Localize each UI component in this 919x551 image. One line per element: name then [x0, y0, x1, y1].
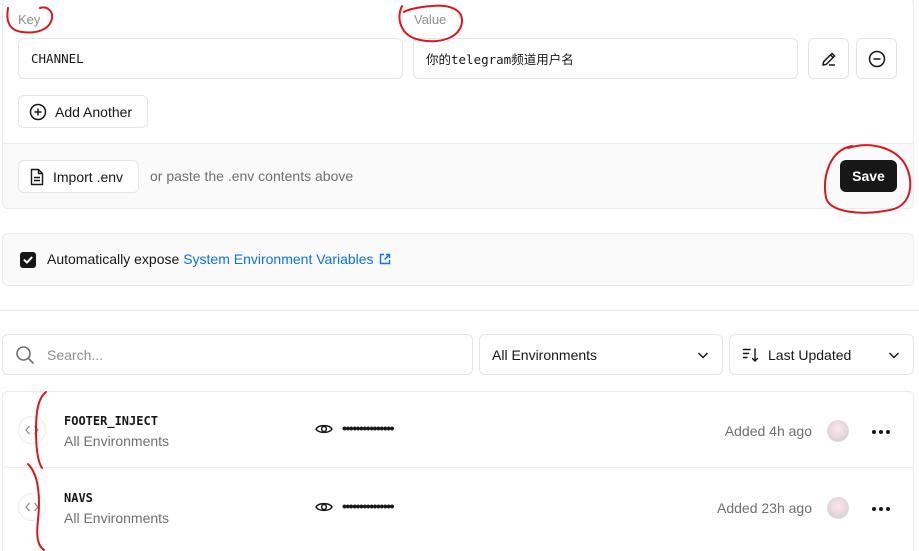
import-env-button[interactable]: Import .env — [18, 160, 139, 193]
save-button[interactable]: Save — [840, 160, 897, 192]
sort-select[interactable]: Last Updated — [729, 334, 914, 375]
code-badge — [18, 493, 46, 521]
env-var-name: FOOTER_INJECT — [64, 414, 158, 428]
value-input-value: 你的telegram频道用户名 — [426, 52, 574, 67]
environment-select-value: All Environments — [492, 346, 598, 363]
added-time: Added 23h ago — [717, 500, 812, 516]
masked-value: ••••••••••••••• — [342, 420, 395, 436]
sort-select-content: Last Updated — [742, 347, 851, 363]
code-badge — [18, 416, 46, 444]
edit-button[interactable] — [808, 38, 849, 79]
reveal-value-button[interactable] — [315, 500, 333, 519]
system-env-vars-link[interactable]: System Environment Variables — [183, 251, 391, 267]
value-label: Value — [414, 12, 447, 27]
search-input[interactable] — [47, 346, 447, 363]
more-icon — [872, 507, 876, 511]
code-icon — [25, 425, 39, 435]
external-link-icon — [380, 253, 391, 265]
add-another-label: Add Another — [55, 103, 133, 120]
masked-value: ••••••••••••••• — [342, 498, 395, 514]
env-var-environments: All Environments — [64, 433, 170, 449]
paste-hint: or paste the .env contents above — [150, 168, 354, 184]
key-input-value: CHANNEL — [31, 51, 84, 66]
row-menu-button[interactable] — [868, 424, 894, 440]
file-icon — [30, 168, 44, 185]
reveal-value-button[interactable] — [315, 422, 333, 441]
avatar — [827, 497, 849, 519]
key-label: Key — [18, 12, 41, 27]
import-env-label: Import .env — [53, 168, 124, 185]
eye-icon — [315, 424, 333, 434]
remove-icon — [868, 50, 885, 67]
editor-footer — [3, 143, 913, 208]
row-menu-button[interactable] — [868, 501, 894, 517]
search-icon — [16, 345, 34, 364]
sort-select-value: Last Updated — [768, 346, 852, 363]
expose-checkbox[interactable] — [20, 252, 36, 268]
environment-select[interactable]: All Environments — [479, 334, 723, 375]
expose-text: Automatically expose — [47, 251, 180, 267]
edit-icon — [821, 52, 835, 66]
search-field[interactable] — [2, 334, 473, 375]
key-input[interactable]: CHANNEL — [18, 38, 403, 79]
env-var-name: NAVS — [64, 491, 93, 505]
plus-circle-icon — [29, 103, 47, 120]
value-input[interactable]: 你的telegram频道用户名 — [413, 38, 798, 79]
sort-icon — [742, 347, 759, 362]
expose-label: Automatically expose System Environment … — [47, 251, 391, 267]
code-icon — [25, 502, 39, 512]
eye-icon — [315, 502, 333, 512]
add-another-button[interactable]: Add Another — [18, 95, 148, 128]
chevron-down-icon — [697, 351, 709, 359]
section-divider — [0, 310, 919, 311]
env-var-environments: All Environments — [64, 510, 170, 526]
added-time: Added 4h ago — [724, 423, 812, 439]
check-icon — [23, 256, 33, 264]
more-icon — [872, 430, 876, 434]
chevron-down-icon — [888, 351, 900, 359]
avatar — [827, 420, 849, 442]
remove-row-button[interactable] — [856, 38, 897, 79]
system-env-vars-link-text: System Environment Variables — [183, 251, 374, 267]
